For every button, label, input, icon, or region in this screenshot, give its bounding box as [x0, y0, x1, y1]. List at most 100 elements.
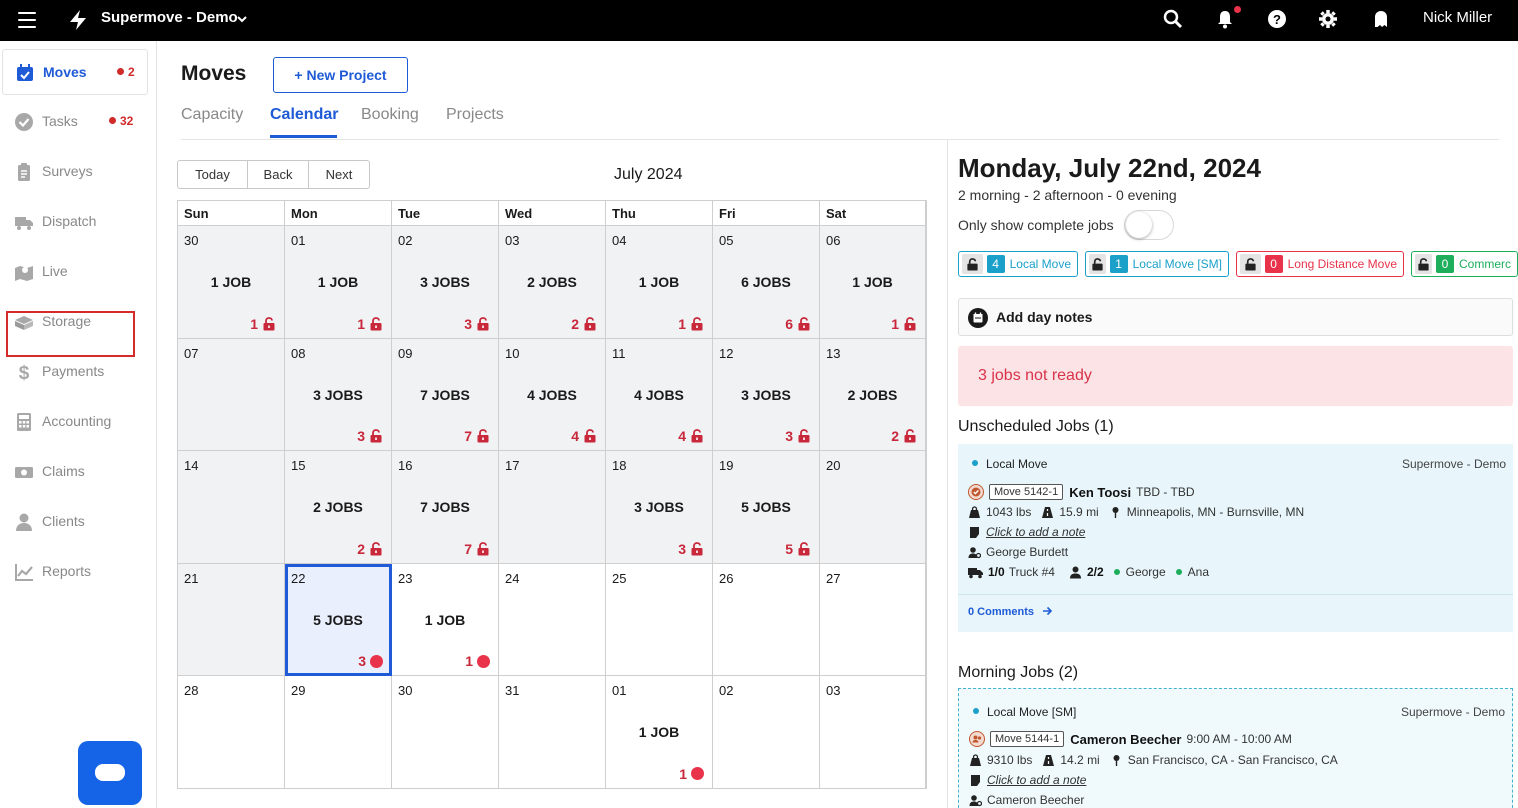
calendar-day-cell[interactable]: 21: [178, 563, 285, 677]
calendar-day-cell[interactable]: 02 3 JOBS 3: [392, 226, 499, 339]
calendar-day-cell[interactable]: 05 6 JOBS 6: [713, 226, 820, 339]
calendar-day-cell[interactable]: 24: [499, 563, 606, 677]
calendar-day-cell[interactable]: 17: [499, 451, 606, 564]
sidebar-item-accounting[interactable]: Accounting: [2, 399, 148, 445]
job-type-chip[interactable]: 0 Long Distance Move: [1236, 251, 1404, 277]
move-id-pill[interactable]: Move 5142-1: [989, 484, 1064, 500]
sidebar-item-tasks[interactable]: Tasks 32: [2, 99, 148, 145]
calendar-day-cell[interactable]: 13 2 JOBS 2: [820, 338, 926, 452]
job-header-row: Move 5142-1 Ken Toosi TBD - TBD: [968, 484, 1195, 500]
calendar-day-cell[interactable]: 31: [499, 676, 606, 789]
calendar-day-cell[interactable]: 09 7 JOBS 7: [392, 338, 499, 452]
bell-icon[interactable]: [1215, 9, 1235, 29]
calendar-day-cell[interactable]: 23 1 JOB 1: [392, 563, 499, 677]
job-type-chip[interactable]: 0 Commerc: [1411, 251, 1518, 277]
calendar-day-cell[interactable]: 16 7 JOBS 7: [392, 451, 499, 564]
client-name[interactable]: Cameron Beecher: [1070, 732, 1181, 747]
calendar-day-cell[interactable]: 02: [713, 676, 820, 789]
tab-booking[interactable]: Booking: [361, 106, 419, 124]
calendar-day-cell[interactable]: 29: [285, 676, 392, 789]
sidebar-item-dispatch[interactable]: Dispatch: [2, 199, 148, 245]
calendar-day-cell[interactable]: 01 1 JOB 1: [285, 226, 392, 339]
calendar-day-cell[interactable]: 25: [606, 563, 713, 677]
calendar-day-cell[interactable]: 03 2 JOBS 2: [499, 226, 606, 339]
calendar-day-cell[interactable]: 03: [820, 676, 926, 789]
ghost-icon[interactable]: [1371, 9, 1391, 29]
gear-icon[interactable]: [1318, 9, 1338, 29]
comments-link[interactable]: 0 Comments: [968, 606, 1053, 618]
calendar-day-cell[interactable]: 20: [820, 451, 926, 564]
calendar-day-cell[interactable]: 01 1 JOB 1: [606, 676, 713, 789]
calendar-day-cell[interactable]: 04 1 JOB 1: [606, 226, 713, 339]
pending-count: 4: [571, 428, 597, 444]
sidebar-item-surveys[interactable]: Surveys: [2, 149, 148, 195]
day-number: 09: [398, 345, 413, 361]
sidebar-item-label: Claims: [42, 463, 85, 479]
job-note-row[interactable]: Click to add a note: [968, 525, 1085, 539]
client-name[interactable]: Ken Toosi: [1069, 485, 1131, 500]
check-circle-icon: [15, 113, 33, 131]
sidebar-item-label: Reports: [42, 563, 92, 579]
sidebar-item-live[interactable]: Live: [2, 249, 148, 295]
calendar-day-cell[interactable]: 18 3 JOBS 3: [606, 451, 713, 564]
calendar-day-cell[interactable]: 28: [178, 676, 285, 789]
move-id-pill[interactable]: Move 5144-1: [990, 731, 1065, 747]
job-stats-row: 9310 lbs 14.2 mi San Francisco, CA - San…: [969, 753, 1338, 767]
calendar-day-cell[interactable]: 07: [178, 338, 285, 452]
back-button[interactable]: Back: [248, 161, 309, 188]
job-note-row[interactable]: Click to add a note: [969, 773, 1086, 787]
complete-jobs-toggle[interactable]: [1124, 210, 1174, 240]
day-number: 26: [719, 570, 734, 586]
next-button[interactable]: Next: [309, 161, 369, 188]
user-name[interactable]: Nick Miller: [1423, 9, 1492, 26]
today-button[interactable]: Today: [178, 161, 248, 188]
tab-calendar[interactable]: Calendar: [270, 106, 338, 124]
job-count-label: 6 JOBS: [741, 274, 791, 290]
tab-capacity[interactable]: Capacity: [181, 106, 243, 124]
pending-count: 1: [250, 316, 276, 332]
add-note-link[interactable]: Click to add a note: [987, 773, 1086, 787]
pending-count: 3: [785, 428, 811, 444]
calendar-day-cell[interactable]: 12 3 JOBS 3: [713, 338, 820, 452]
sidebar-item-moves[interactable]: Moves 2: [2, 49, 148, 95]
sidebar-item-reports[interactable]: Reports: [2, 549, 148, 595]
search-icon[interactable]: [1163, 9, 1183, 29]
calendar-day-cell[interactable]: 27: [820, 563, 926, 677]
calendar-day-cell[interactable]: 22 5 JOBS 3: [285, 563, 392, 677]
help-icon[interactable]: ?: [1267, 9, 1287, 29]
job-stats-row: 1043 lbs 15.9 mi Minneapolis, MN - Burns…: [968, 505, 1304, 519]
tab-projects[interactable]: Projects: [446, 106, 504, 124]
job-type-chip[interactable]: 4 Local Move: [958, 251, 1078, 277]
add-day-notes-button[interactable]: Add day notes: [958, 298, 1513, 336]
weekday-header: Sun: [178, 201, 285, 226]
chat-button[interactable]: [78, 741, 142, 805]
calendar-day-cell[interactable]: 15 2 JOBS 2: [285, 451, 392, 564]
calendar-day-cell[interactable]: 08 3 JOBS 3: [285, 338, 392, 452]
calendar-day-cell[interactable]: 14: [178, 451, 285, 564]
calendar-day-cell[interactable]: 30 1 JOB 1: [178, 226, 285, 339]
new-project-button[interactable]: + New Project: [273, 57, 408, 93]
hamburger-menu-icon[interactable]: [18, 12, 36, 28]
pending-count: 1: [678, 316, 704, 332]
user-cog-icon: [968, 546, 981, 558]
add-note-link[interactable]: Click to add a note: [986, 525, 1085, 539]
day-number: 16: [398, 458, 413, 474]
calendar-day-cell[interactable]: 10 4 JOBS 4: [499, 338, 606, 452]
morning-job-card[interactable]: Local Move [SM] Supermove - Demo Move 51…: [958, 688, 1513, 808]
unlock-icon: [263, 316, 275, 331]
sidebar-item-label: Payments: [42, 363, 105, 379]
calendar-day-cell[interactable]: 06 1 JOB 1: [820, 226, 926, 339]
calendar-day-cell[interactable]: 30: [392, 676, 499, 789]
sidebar-item-clients[interactable]: Clients: [2, 499, 148, 545]
sidebar-item-claims[interactable]: Claims: [2, 449, 148, 495]
unscheduled-job-card[interactable]: Local Move Supermove - Demo Move 5142-1 …: [958, 444, 1513, 632]
org-name[interactable]: Supermove - Demo: [101, 9, 238, 26]
chevron-down-icon[interactable]: [236, 13, 248, 25]
calendar-day-cell[interactable]: 26: [713, 563, 820, 677]
sidebar-item-label: Surveys: [42, 163, 93, 179]
calendar-day-cell[interactable]: 11 4 JOBS 4: [606, 338, 713, 452]
day-number: 19: [719, 458, 734, 474]
calendar-day-cell[interactable]: 19 5 JOBS 5: [713, 451, 820, 564]
morning-jobs-title: Morning Jobs (2): [958, 664, 1079, 681]
job-type-chip[interactable]: 1 Local Move [SM]: [1085, 251, 1229, 277]
